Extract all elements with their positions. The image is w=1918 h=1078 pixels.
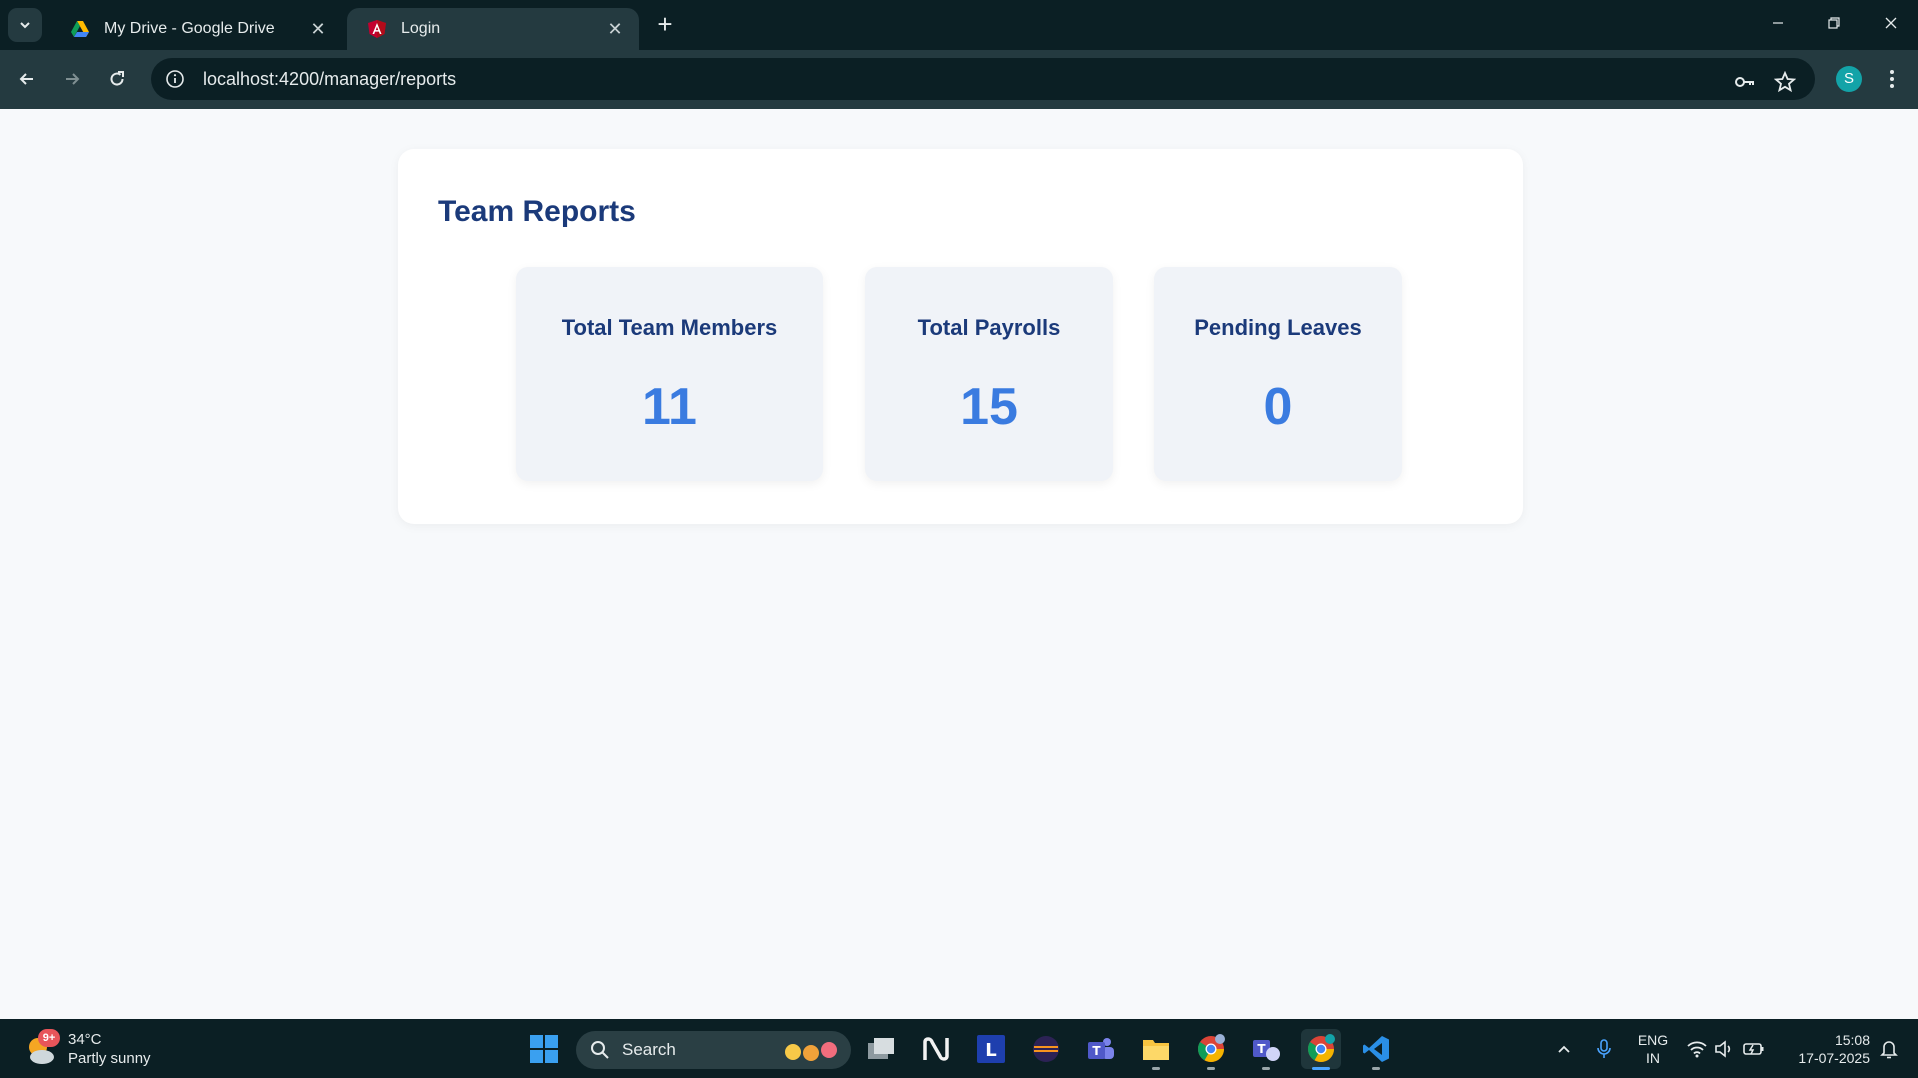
page-content: Team Reports Total Team Members 11 Total… xyxy=(0,109,1918,1019)
partly-sunny-icon: 9+ xyxy=(22,1029,62,1069)
bookmark-star-icon[interactable] xyxy=(1769,66,1801,98)
clock-date: 17-07-2025 xyxy=(1798,1050,1870,1066)
google-drive-icon xyxy=(71,21,89,37)
reload-button[interactable] xyxy=(100,62,134,96)
close-window-icon[interactable] xyxy=(1871,8,1911,40)
chrome-profile-icon[interactable] xyxy=(1301,1029,1341,1070)
weather-temp: 34°C xyxy=(68,1031,102,1048)
battery-charging-icon[interactable] xyxy=(1740,1019,1768,1078)
restore-icon[interactable] xyxy=(1814,8,1854,40)
task-view-icon[interactable] xyxy=(861,1029,901,1069)
more-menu-icon[interactable] xyxy=(1880,62,1904,96)
stat-card-pending-leaves: Pending Leaves 0 xyxy=(1154,267,1402,481)
site-info-icon[interactable] xyxy=(165,69,185,89)
arrow-left-icon xyxy=(19,73,33,85)
clock-time: 15:08 xyxy=(1834,1032,1870,1048)
chevron-up-icon[interactable] xyxy=(1550,1019,1578,1078)
start-button[interactable] xyxy=(524,1029,564,1069)
search-label: Search xyxy=(622,1040,676,1059)
arrow-right-icon xyxy=(66,73,80,85)
windows-logo-icon xyxy=(530,1035,558,1063)
weather-widget[interactable]: 9+ 34°C Partly sunny xyxy=(22,1029,151,1069)
svg-text:L: L xyxy=(985,1040,996,1061)
system-clock[interactable]: 15:08 17-07-2025 xyxy=(1782,1031,1870,1067)
svg-text:T: T xyxy=(1092,1044,1101,1058)
address-bar[interactable]: localhost:4200/manager/reports xyxy=(151,58,1815,100)
browser-toolbar: localhost:4200/manager/reports xyxy=(0,50,1918,109)
eclipse-icon[interactable] xyxy=(1026,1029,1066,1069)
language-region: IN xyxy=(1646,1050,1660,1066)
language-code: ENG xyxy=(1637,1032,1669,1048)
file-explorer-icon[interactable] xyxy=(1136,1029,1176,1070)
stat-value: 15 xyxy=(960,378,1018,436)
password-key-icon[interactable] xyxy=(1729,66,1761,98)
stat-card-team-members: Total Team Members 11 xyxy=(516,267,823,481)
tab-title: Login xyxy=(401,20,441,37)
stat-label: Total Team Members xyxy=(561,315,778,340)
stat-card-payrolls: Total Payrolls 15 xyxy=(865,267,1113,481)
tab-title: My Drive - Google Drive xyxy=(104,20,275,37)
teams-icon[interactable]: T xyxy=(1081,1029,1121,1069)
stat-value: 0 xyxy=(1263,378,1293,436)
stat-value: 11 xyxy=(642,378,697,436)
taskbar-search[interactable]: Search xyxy=(576,1031,851,1069)
volume-icon[interactable] xyxy=(1712,1019,1738,1078)
profile-avatar[interactable]: S xyxy=(1836,66,1862,92)
svg-text:T: T xyxy=(1257,1042,1266,1056)
wifi-icon[interactable] xyxy=(1684,1019,1710,1078)
notification-badge: 9+ xyxy=(38,1029,60,1047)
windows-taskbar: 9+ 34°C Partly sunny Search L T T ENG IN… xyxy=(0,1019,1918,1078)
notion-app-icon[interactable] xyxy=(916,1029,956,1069)
tab-google-drive[interactable]: My Drive - Google Drive ✕ xyxy=(50,8,342,50)
search-icon xyxy=(591,1041,609,1059)
close-tab-icon[interactable]: ✕ xyxy=(605,19,625,40)
microphone-icon[interactable] xyxy=(1590,1019,1618,1078)
forward-button[interactable] xyxy=(55,62,89,96)
tab-login[interactable]: Login ✕ xyxy=(347,8,639,50)
close-tab-icon[interactable]: ✕ xyxy=(308,19,328,40)
reports-card: Team Reports Total Team Members 11 Total… xyxy=(398,149,1523,524)
angular-icon xyxy=(368,20,386,38)
chrome-icon[interactable] xyxy=(1191,1029,1231,1070)
vscode-icon[interactable] xyxy=(1356,1029,1396,1070)
url-text: localhost:4200/manager/reports xyxy=(203,68,457,89)
language-indicator[interactable]: ENG IN xyxy=(1636,1031,1670,1067)
weather-condition: Partly sunny xyxy=(68,1050,151,1067)
emoji-search-highlight-icon xyxy=(785,1042,837,1061)
stat-label: Total Payrolls xyxy=(917,315,1061,340)
browser-tab-bar: My Drive - Google Drive ✕ Login ✕ + xyxy=(0,0,1918,50)
chevron-down-icon xyxy=(20,22,30,29)
back-button[interactable] xyxy=(10,62,44,96)
stat-label: Pending Leaves xyxy=(1194,315,1362,340)
teams-classic-icon[interactable]: T xyxy=(1246,1029,1286,1070)
reload-icon xyxy=(110,71,124,86)
page-title: Team Reports xyxy=(438,195,636,228)
new-tab-button[interactable]: + xyxy=(650,10,680,40)
l-app-icon[interactable]: L xyxy=(971,1029,1011,1069)
notification-bell-icon[interactable] xyxy=(1874,1019,1904,1078)
minimize-icon[interactable] xyxy=(1758,8,1798,40)
tab-search-button[interactable] xyxy=(8,8,42,42)
